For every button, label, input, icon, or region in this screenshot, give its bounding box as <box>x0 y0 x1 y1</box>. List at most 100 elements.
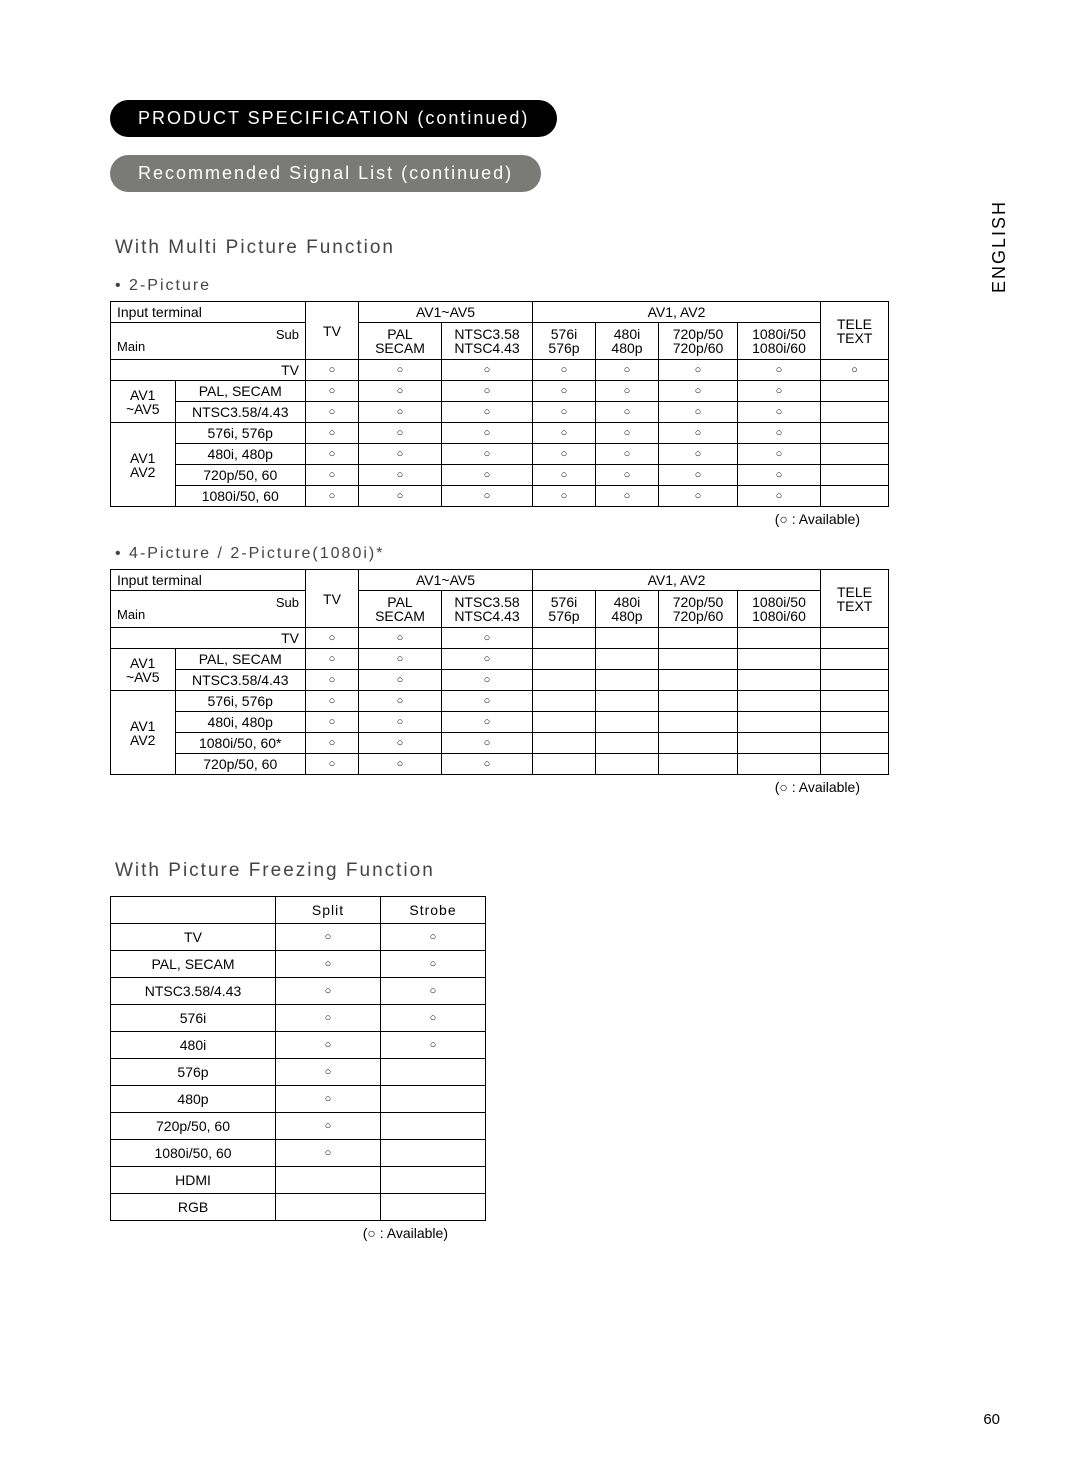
cell: ○ <box>738 444 821 465</box>
cell: TV <box>306 302 359 360</box>
cell: ○ <box>533 465 596 486</box>
cell <box>821 423 889 444</box>
cell <box>596 670 659 691</box>
cell <box>111 628 176 649</box>
cell: ○ <box>738 465 821 486</box>
cell: 576i, 576p <box>175 691 306 712</box>
cell: ○ <box>359 465 442 486</box>
cell: PAL, SECAM <box>175 381 306 402</box>
cell: TELETEXT <box>821 570 889 628</box>
table-freeze: Split Strobe TV○○PAL, SECAM○○NTSC3.58/4.… <box>110 896 486 1221</box>
cell: TELETEXT <box>821 302 889 360</box>
page-number: 60 <box>983 1411 1000 1428</box>
cell: ○ <box>659 465 738 486</box>
cell: ○ <box>306 754 359 775</box>
cell <box>533 670 596 691</box>
cell <box>821 444 889 465</box>
cell: ○ <box>659 423 738 444</box>
cell: ○ <box>359 691 442 712</box>
cell: 720p/50, 60 <box>175 754 306 775</box>
cell: 480p <box>111 1086 276 1113</box>
cell: ○ <box>276 1032 381 1059</box>
cell: ○ <box>381 1032 486 1059</box>
bullet-4picture: 4-Picture / 2-Picture(1080i)* <box>115 545 1000 563</box>
cell: ○ <box>306 381 359 402</box>
cell: ○ <box>276 1059 381 1086</box>
cell: 480i480p <box>596 323 659 360</box>
cell: ○ <box>596 381 659 402</box>
cell: ○ <box>659 381 738 402</box>
cell <box>659 649 738 670</box>
cell <box>596 628 659 649</box>
cell: ○ <box>306 465 359 486</box>
cell: ○ <box>738 402 821 423</box>
cell <box>659 691 738 712</box>
cell: AV1~AV5 <box>111 649 176 691</box>
cell <box>821 486 889 507</box>
cell <box>738 754 821 775</box>
cell: ○ <box>306 670 359 691</box>
cell <box>533 712 596 733</box>
cell: 576p <box>111 1059 276 1086</box>
cell: ○ <box>381 978 486 1005</box>
cell <box>821 402 889 423</box>
cell: ○ <box>659 486 738 507</box>
cell <box>821 465 889 486</box>
cell: ○ <box>442 649 533 670</box>
cell: RGB <box>111 1194 276 1221</box>
cell <box>596 649 659 670</box>
cell: ○ <box>359 444 442 465</box>
cell <box>738 649 821 670</box>
cell: AV1, AV2 <box>533 570 821 591</box>
cell <box>821 754 889 775</box>
cell: ○ <box>738 423 821 444</box>
cell <box>821 670 889 691</box>
cell: ○ <box>442 754 533 775</box>
cell <box>659 733 738 754</box>
cell: ○ <box>442 444 533 465</box>
cell: TV <box>111 924 276 951</box>
cell <box>533 691 596 712</box>
legend: (○ : Available) <box>110 1225 448 1241</box>
cell <box>381 1059 486 1086</box>
cell <box>659 628 738 649</box>
cell: ○ <box>596 465 659 486</box>
legend: (○ : Available) <box>110 511 860 527</box>
cell <box>596 754 659 775</box>
cell: ○ <box>442 628 533 649</box>
cell: ○ <box>533 360 596 381</box>
cell <box>381 1086 486 1113</box>
cell: ○ <box>821 360 889 381</box>
cell <box>533 733 596 754</box>
cell: ○ <box>359 754 442 775</box>
bullet-2picture: 2-Picture <box>115 277 1000 295</box>
cell: ○ <box>659 444 738 465</box>
cell: 576i576p <box>533 591 596 628</box>
cell: ○ <box>306 691 359 712</box>
cell: ○ <box>359 628 442 649</box>
cell: 1080i/501080i/60 <box>738 591 821 628</box>
cell: ○ <box>381 1005 486 1032</box>
cell <box>821 733 889 754</box>
cell: PAL, SECAM <box>175 649 306 670</box>
cell: ○ <box>276 1086 381 1113</box>
cell: ○ <box>596 360 659 381</box>
cell <box>381 1113 486 1140</box>
cell: NTSC3.58NTSC4.43 <box>442 591 533 628</box>
cell: 480i, 480p <box>175 712 306 733</box>
cell: ○ <box>306 628 359 649</box>
cell <box>738 670 821 691</box>
cell: ○ <box>442 381 533 402</box>
cell: ○ <box>442 423 533 444</box>
title-pill: PRODUCT SPECIFICATION (continued) <box>110 100 557 137</box>
cell <box>276 1167 381 1194</box>
cell: ○ <box>442 691 533 712</box>
cell: ○ <box>659 402 738 423</box>
cell: ○ <box>659 360 738 381</box>
cell: ○ <box>276 978 381 1005</box>
cell: AV1, AV2 <box>533 302 821 323</box>
legend: (○ : Available) <box>110 779 860 795</box>
cell <box>738 628 821 649</box>
cell <box>659 754 738 775</box>
cell: ○ <box>738 381 821 402</box>
